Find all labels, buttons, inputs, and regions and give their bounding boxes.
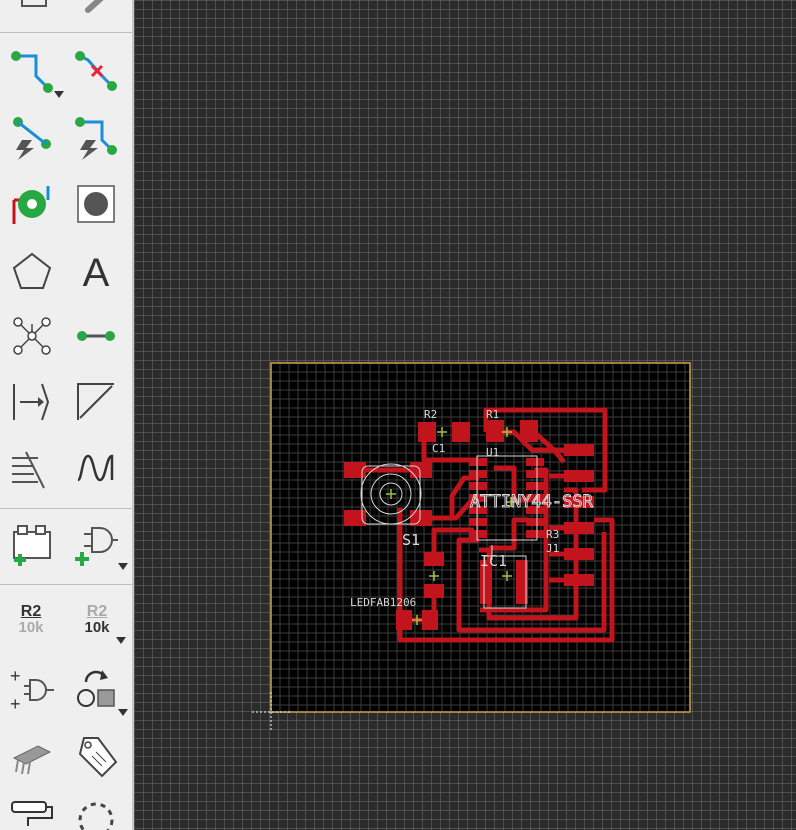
- value-tool-top: R2: [86, 603, 108, 620]
- ratsnest-icon[interactable]: [8, 312, 56, 360]
- fanout-icon[interactable]: [8, 114, 56, 162]
- wire-icon[interactable]: [72, 312, 120, 360]
- route-wire-icon[interactable]: [8, 48, 64, 98]
- name-tool[interactable]: R2 10k: [6, 604, 56, 636]
- name-tool-top: R2: [20, 603, 42, 620]
- value-tool-bottom: 10k: [84, 619, 110, 636]
- label-c1: C1: [432, 442, 445, 455]
- dashed-circle-icon[interactable]: [72, 796, 120, 830]
- package-icon[interactable]: [8, 732, 56, 780]
- dimension-icon[interactable]: [8, 378, 56, 426]
- ripup-route-icon[interactable]: [72, 48, 120, 96]
- tool-palette: A R2 10k R2 10k + +: [0, 0, 134, 830]
- layer-settings-icon[interactable]: [10, 0, 58, 18]
- label-led: LEDFAB1206: [350, 596, 416, 609]
- name-tool-bottom: 10k: [18, 619, 44, 636]
- optimize-icon[interactable]: [8, 444, 56, 492]
- label-attiny: ATTINY44-SSR: [470, 492, 594, 512]
- meander-icon[interactable]: [72, 444, 120, 492]
- label-r2: R2: [424, 408, 437, 421]
- label-j1: J1: [546, 542, 559, 555]
- paint-roller-icon[interactable]: [8, 796, 56, 830]
- miter-icon[interactable]: [72, 378, 120, 426]
- hole-icon[interactable]: [72, 180, 120, 228]
- label-r1: R1: [486, 408, 499, 421]
- add-part-icon[interactable]: [8, 520, 56, 568]
- layout-canvas[interactable]: R2 R1 C1 U1 ATTINY44-SSR S1 IC1 LEDFAB12…: [134, 0, 796, 830]
- label-ic1: IC1: [480, 552, 507, 570]
- label-u1: U1: [486, 446, 499, 459]
- svg-text:+: +: [10, 694, 21, 714]
- value-tool[interactable]: R2 10k: [72, 603, 126, 644]
- via-icon[interactable]: [8, 180, 56, 228]
- wrench-icon[interactable]: [74, 0, 122, 18]
- add-gate-icon[interactable]: [72, 520, 128, 570]
- invoke-gate-icon[interactable]: + +: [8, 666, 56, 714]
- text-icon-label: A: [83, 251, 110, 294]
- label-r3: R3: [546, 528, 559, 541]
- rotate-icon[interactable]: [72, 666, 128, 716]
- autoroute-icon[interactable]: [72, 114, 120, 162]
- polygon-icon[interactable]: [8, 246, 56, 294]
- label-s1: S1: [402, 531, 420, 549]
- text-icon[interactable]: A: [72, 246, 120, 294]
- tag-icon[interactable]: [72, 732, 120, 780]
- svg-text:+: +: [10, 666, 21, 686]
